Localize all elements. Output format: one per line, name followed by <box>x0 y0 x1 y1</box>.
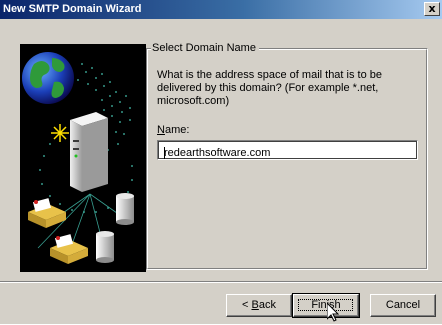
close-icon: x <box>428 2 436 15</box>
back-button-prefix: < <box>242 299 252 311</box>
window-title: New SMTP Domain Wizard <box>3 3 142 15</box>
domain-name-text: redearthsoftware.com <box>164 147 271 159</box>
name-label-text: ame: <box>164 124 190 136</box>
name-label: Name: <box>157 124 189 136</box>
domain-name-input[interactable]: redearthsoftware.com <box>157 140 418 160</box>
mouse-pointer-icon <box>326 301 340 325</box>
back-button-mnemonic: B <box>251 299 259 311</box>
server-icon <box>70 112 108 192</box>
finish-focus-rect <box>298 299 353 311</box>
back-button-rest: ack <box>258 299 276 311</box>
groupbox-label: Select Domain Name <box>151 42 259 54</box>
title-bar[interactable]: New SMTP Domain Wizard x <box>0 0 442 19</box>
close-button[interactable]: x <box>424 2 440 16</box>
cancel-button[interactable]: Cancel <box>370 294 436 317</box>
name-label-mnemonic: N <box>157 124 165 136</box>
globe-icon <box>22 52 74 104</box>
finish-button[interactable]: Finish <box>292 293 360 318</box>
database-icon <box>116 193 134 225</box>
cancel-button-label: Cancel <box>385 299 421 311</box>
text-caret <box>164 147 165 159</box>
wizard-illustration <box>20 44 146 272</box>
database-icon-2 <box>96 231 114 263</box>
wizard-window: New SMTP Domain Wizard x Select Domain N… <box>0 0 442 324</box>
address-space-question: What is the address space of mail that i… <box>157 69 383 107</box>
back-button[interactable]: < Back <box>226 294 292 317</box>
button-separator <box>0 281 442 283</box>
